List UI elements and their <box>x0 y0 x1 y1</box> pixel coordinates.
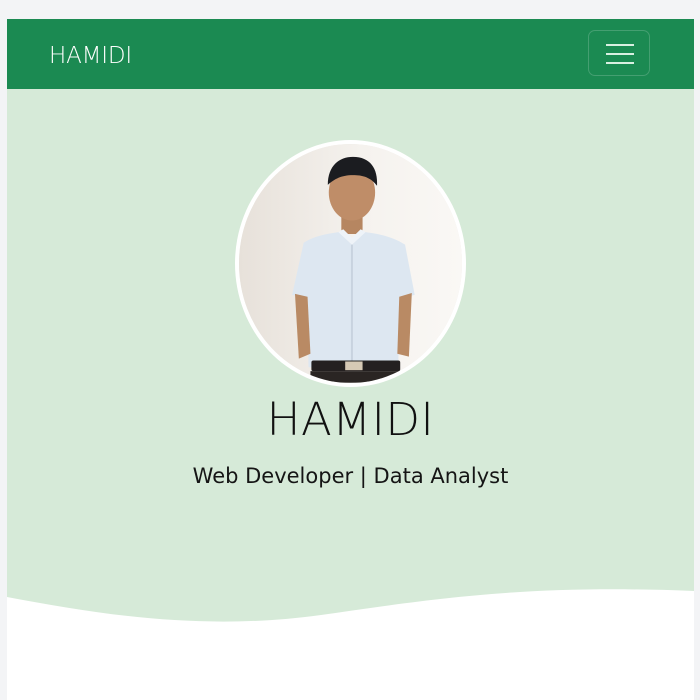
profile-name: HAMIDI <box>266 393 435 446</box>
navbar: HAMIDI <box>7 19 694 89</box>
navbar-toggle-button[interactable] <box>588 30 650 76</box>
hamburger-menu-icon <box>606 44 634 64</box>
profile-tagline: Web Developer | Data Analyst <box>192 464 509 488</box>
navbar-brand[interactable]: HAMIDI <box>49 43 132 69</box>
hero-wave-divider <box>7 589 694 700</box>
person-portrait-icon <box>239 144 462 383</box>
page-frame: HAMIDI HAMIDI Web Developer | Data Analy… <box>7 19 694 700</box>
profile-photo <box>235 140 466 387</box>
